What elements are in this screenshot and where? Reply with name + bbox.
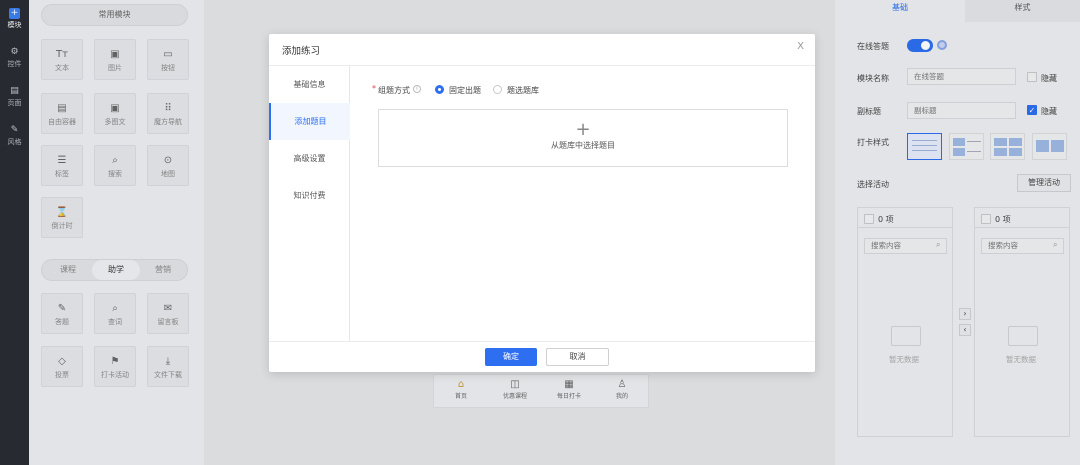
option-bank-radio[interactable] <box>493 85 502 94</box>
dialog-footer: 确定 取消 <box>269 341 815 372</box>
option-bank-label[interactable]: 题选题库 <box>507 85 539 96</box>
option-fixed-radio[interactable] <box>435 85 444 94</box>
close-icon[interactable]: X <box>797 41 804 52</box>
info-icon: i <box>413 85 421 93</box>
sidebar-item-paid-knowledge[interactable]: 知识付费 <box>269 177 350 214</box>
option-fixed-label[interactable]: 固定出题 <box>449 85 481 96</box>
dialog-title: 添加练习 <box>282 46 321 57</box>
sidebar-item-add-questions[interactable]: 添加题目 <box>269 103 350 140</box>
question-mode-label: 组题方式 <box>378 86 410 95</box>
plus-icon: + <box>575 119 591 140</box>
select-from-bank-dropzone[interactable]: + 从题库中选择题目 <box>378 109 788 167</box>
confirm-button[interactable]: 确定 <box>485 348 537 366</box>
sidebar-item-basic-info[interactable]: 基础信息 <box>269 66 350 103</box>
sidebar-item-advanced[interactable]: 高级设置 <box>269 140 350 177</box>
cancel-button[interactable]: 取消 <box>546 348 609 366</box>
required-mark: * <box>372 84 376 93</box>
dialog-divider <box>269 65 815 66</box>
dialog-sidebar: 基础信息 添加题目 高级设置 知识付费 <box>269 66 350 341</box>
dropzone-text: 从题库中选择题目 <box>551 141 615 150</box>
add-practice-dialog: 添加练习 X 基础信息 添加题目 高级设置 知识付费 * 组题方式 i 固定出题… <box>269 34 815 372</box>
